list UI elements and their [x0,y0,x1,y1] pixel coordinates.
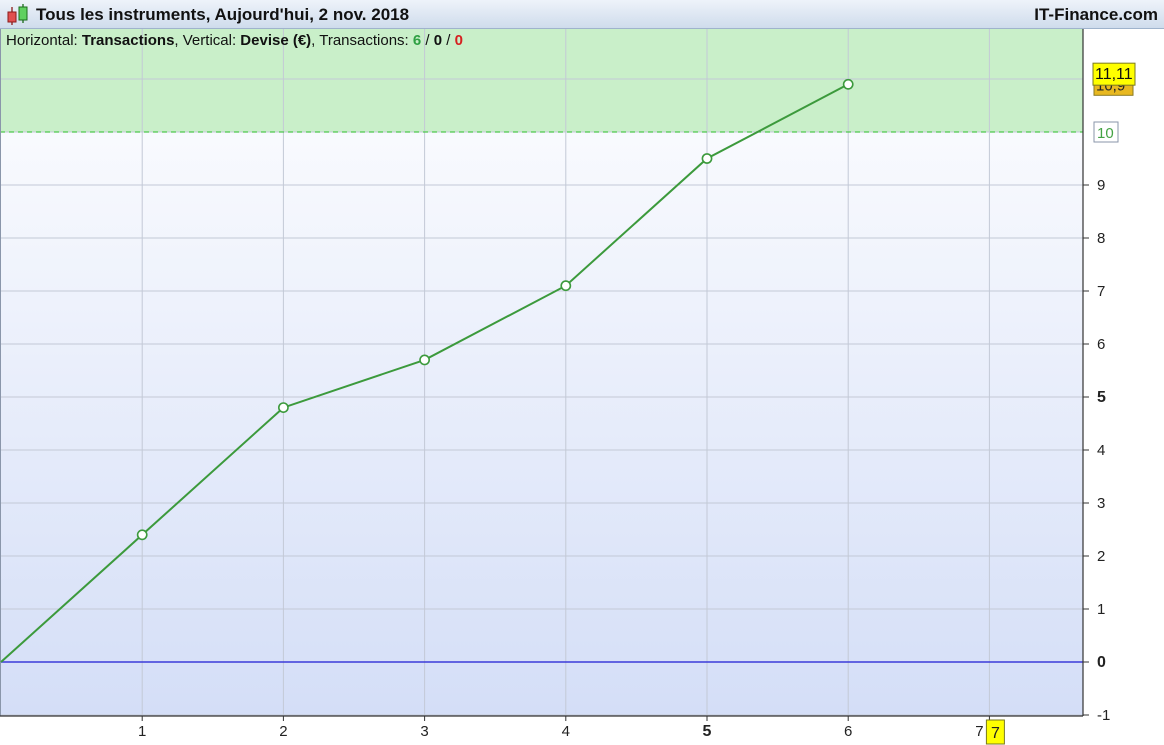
transactions-label: , Transactions: [311,32,409,49]
data-point[interactable] [136,529,148,541]
last-value-label: 11,11 [1095,66,1133,83]
target-level-label: 10 [1097,125,1114,142]
transactions-negative-count: 0 [454,32,463,49]
y-tick-label: 1 [1097,601,1105,618]
data-point[interactable] [842,78,854,90]
y-tick-label: 6 [1097,336,1105,353]
equity-chart[interactable]: -101234567891010,911,111 2 3 4 5 6 7 7 [0,29,1164,745]
data-point[interactable] [560,280,572,292]
x-tick-label: 1 [138,723,146,740]
chart-info-bar: Horizontal: Transactions, Vertical: Devi… [6,32,463,49]
x-tick-label: 2 [279,723,287,740]
data-point[interactable] [419,354,430,366]
x-tick-label: 4 [562,723,570,740]
horizontal-label: Horizontal: [6,32,78,49]
title-bar: Tous les instruments, Aujourd'hui, 2 nov… [0,0,1164,29]
brand-label: IT-Finance.com [1034,5,1158,24]
x-tick-label: 7 [975,723,983,740]
data-point[interactable] [277,402,289,413]
x-tick-label: 3 [420,723,428,740]
y-tick-label: 3 [1097,495,1105,512]
y-tick-label: 8 [1097,230,1105,247]
x-current-marker-label: 7 [991,725,1000,742]
y-tick-label: 0 [1097,654,1106,671]
candlestick-icon [7,4,28,25]
x-tick-label: 5 [703,723,712,740]
y-tick-label: 7 [1097,283,1105,300]
y-tick-label: 5 [1097,389,1106,406]
separator: / [442,32,455,49]
transactions-neutral-count: 0 [433,32,443,49]
y-tick-label: -1 [1097,707,1110,724]
x-tick-label: 6 [844,723,852,740]
data-point[interactable] [701,153,713,164]
y-tick-label: 2 [1097,548,1105,565]
vertical-value: Devise (€) [240,32,312,49]
horizontal-value: Transactions [81,32,175,49]
y-tick-label: 4 [1097,442,1105,459]
transactions-positive-count: 6 [412,32,422,49]
vertical-label: , Vertical: [174,32,237,49]
y-tick-label: 9 [1097,177,1105,194]
window-title: Tous les instruments, Aujourd'hui, 2 nov… [36,5,410,24]
separator: / [421,32,434,49]
